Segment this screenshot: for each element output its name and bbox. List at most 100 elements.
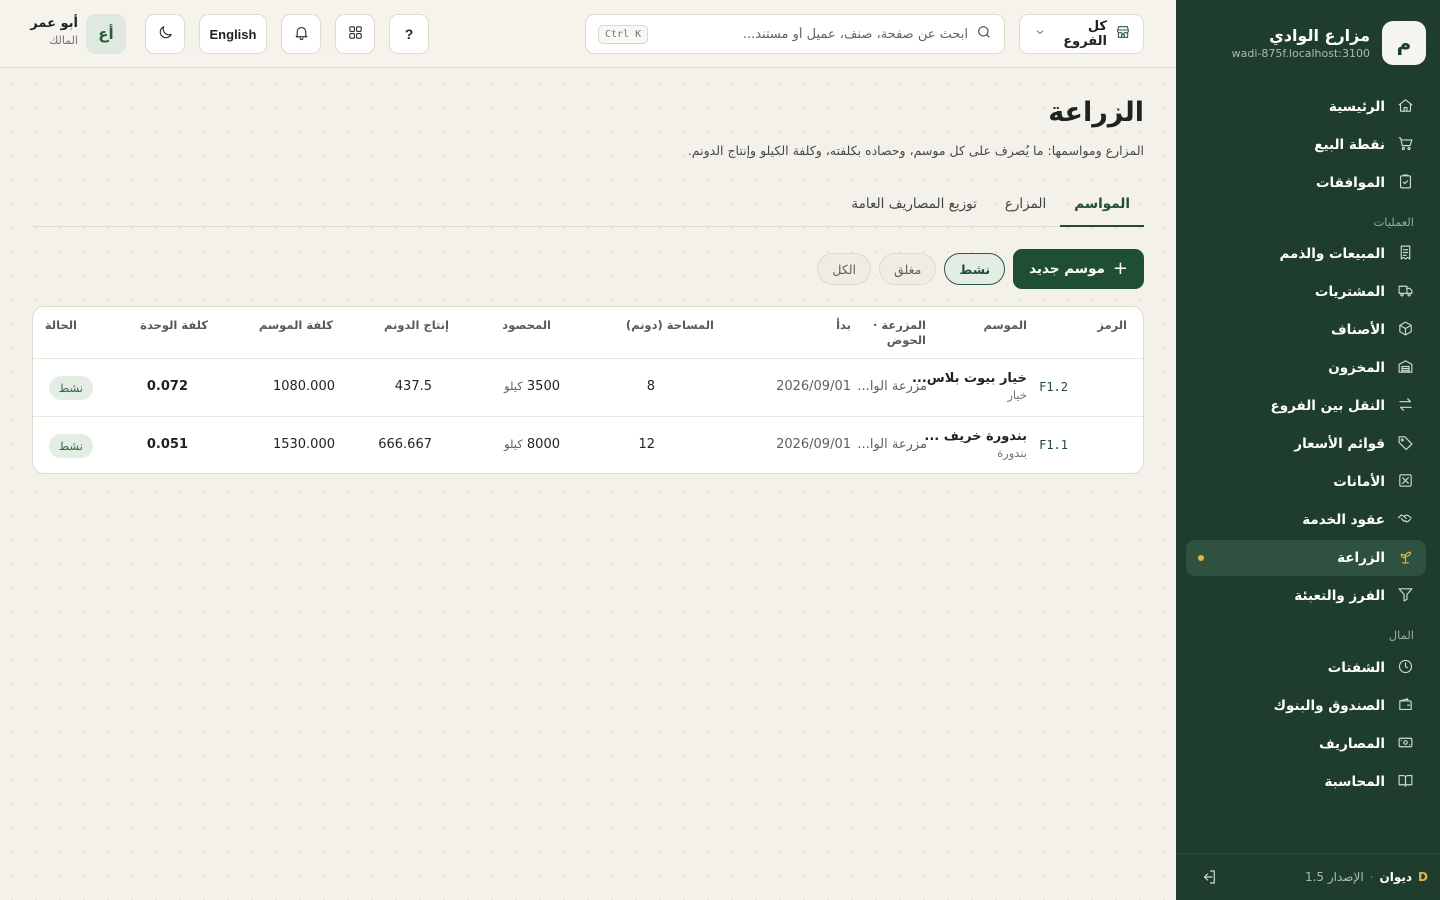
sidebar-item-items[interactable]: الأصناف (1186, 312, 1426, 348)
harvest-qty: 3500 (526, 379, 560, 394)
logout-button[interactable] (1200, 868, 1218, 886)
new-season-button[interactable]: + موسم جديد (1013, 249, 1144, 289)
sidebar-item-approvals[interactable]: الموافقات (1186, 165, 1426, 201)
row-started: 2026/09/01 (776, 437, 851, 452)
app-logo: D (1418, 870, 1428, 884)
language-button[interactable]: English (199, 14, 267, 54)
seasons-table: الرمز الموسم المزرعة · الحوض بدأ المساحة… (32, 306, 1144, 474)
col-season-cost: كلفة الموسم (258, 318, 333, 332)
sidebar-item-label: المصاريف (1318, 736, 1385, 752)
filter-active[interactable]: نشط (944, 253, 1006, 285)
sidebar-item-consignments[interactable]: الأمانات (1186, 464, 1426, 500)
avatar[interactable]: أع (86, 14, 126, 54)
col-farm-line1: المزرعة · (873, 318, 926, 332)
consignment-icon (1397, 472, 1414, 493)
row-started: 2026/09/01 (776, 379, 851, 394)
row-season: بندورة خريف ... بندورة (924, 429, 1027, 460)
footer-separator: · (1369, 870, 1374, 884)
apps-button[interactable] (335, 14, 375, 54)
filter-all[interactable]: الكل (817, 253, 872, 285)
receipt-icon (1397, 244, 1414, 265)
sidebar-item-sorting[interactable]: الفرز والتعبئة (1186, 578, 1426, 614)
season-name: خيار بيوت بلاس... (911, 371, 1027, 386)
theme-toggle-button[interactable] (145, 14, 185, 54)
row-yield: 666.667 (378, 437, 432, 452)
grid-icon (347, 24, 364, 45)
filter-closed[interactable]: مغلق (879, 253, 937, 285)
sidebar-item-label: المشتريات (1314, 284, 1385, 300)
branch-select[interactable]: كل الفروع (1019, 14, 1144, 54)
section-operations: العمليات (1373, 215, 1414, 229)
tab-overhead-allocation[interactable]: توزيع المصاريف العامة (837, 182, 990, 227)
help-button[interactable]: ? (389, 14, 429, 54)
sidebar-item-label: الصندوق والبنوك (1273, 698, 1385, 714)
sidebar-item-sales[interactable]: المبيعات والذمم (1186, 236, 1426, 272)
moon-icon (157, 24, 174, 45)
row-code[interactable]: F1.2 (1039, 380, 1068, 394)
sidebar-item-label: قوائم الأسعار (1294, 436, 1385, 452)
box-icon (1397, 320, 1414, 341)
col-season: الموسم (983, 318, 1027, 332)
sidebar-item-label: الموافقات (1315, 175, 1385, 191)
row-yield: 437.5 (394, 379, 432, 394)
handshake-icon (1397, 510, 1414, 531)
row-unit-cost: 0.051 (146, 437, 188, 452)
notifications-button[interactable] (281, 14, 321, 54)
sidebar-item-price-lists[interactable]: قوائم الأسعار (1186, 426, 1426, 462)
sidebar-item-label: المخزون (1328, 360, 1385, 376)
sidebar-item-agriculture[interactable]: الزراعة (1186, 540, 1426, 576)
sidebar-item-label: الزراعة (1337, 550, 1385, 566)
warehouse-icon (1397, 358, 1414, 379)
sidebar-item-label: الأصناف (1331, 322, 1385, 338)
status-badge: نشط (48, 376, 93, 400)
brand-text: مزارع الوادي wadi-875f.localhost:3100 (1232, 26, 1370, 60)
season-crop: خيار (1007, 388, 1027, 402)
col-area: المساحة (دونم) (625, 318, 714, 332)
sidebar-item-transfers[interactable]: النقل بين الفروع (1186, 388, 1426, 424)
sidebar-item-pos[interactable]: نقطة البيع (1186, 127, 1426, 163)
brand[interactable]: م مزارع الوادي wadi-875f.localhost:3100 (1232, 21, 1426, 65)
tab-farms[interactable]: المزارع (991, 182, 1060, 227)
harvest-qty: 8000 (526, 437, 560, 452)
sidebar-item-label: المحاسبة (1324, 774, 1385, 790)
sidebar-item-accounting[interactable]: المحاسبة (1186, 764, 1426, 800)
status-badge: نشط (48, 434, 93, 458)
page-title: الزراعة (1048, 97, 1144, 128)
row-area: 12 (638, 437, 655, 452)
row-unit-cost: 0.072 (146, 379, 188, 394)
sidebar-item-home[interactable]: الرئيسية (1186, 89, 1426, 125)
sidebar-item-expenses[interactable]: المصاريف (1186, 726, 1426, 762)
row-farm: مزرعة الوا... (857, 379, 927, 394)
sidebar-item-inventory[interactable]: المخزون (1186, 350, 1426, 386)
table-row[interactable]: F1.1 بندورة خريف ... بندورة مزرعة الوا..… (33, 417, 1143, 473)
sidebar-item-label: الأمانات (1333, 474, 1385, 490)
sidebar-item-label: الشفتات (1327, 660, 1385, 676)
search-box[interactable]: Ctrl K (585, 14, 1005, 54)
plus-icon: + (1112, 258, 1128, 279)
clipboard-check-icon (1397, 173, 1414, 194)
cart-icon (1397, 135, 1414, 156)
sidebar-item-cash-banks[interactable]: الصندوق والبنوك (1186, 688, 1426, 724)
tab-seasons[interactable]: المواسم (1060, 182, 1144, 227)
bell-icon (293, 24, 310, 45)
row-code[interactable]: F1.1 (1039, 438, 1068, 452)
toolbar: + موسم جديد نشط مغلق الكل (817, 249, 1144, 289)
new-season-label: موسم جديد (1029, 261, 1105, 277)
sidebar-item-shifts[interactable]: الشفتات (1186, 650, 1426, 686)
search-input[interactable] (656, 26, 968, 42)
banknote-icon (1397, 734, 1414, 755)
row-harvest: 8000 كيلو (504, 437, 560, 452)
active-indicator (1198, 555, 1204, 561)
user-name: أبو عمر (30, 16, 78, 31)
harvest-unit: كيلو (504, 437, 523, 451)
sidebar-item-purchases[interactable]: المشتريات (1186, 274, 1426, 310)
table-row[interactable]: F1.2 خيار بيوت بلاس... خيار مزرعة الوا..… (33, 359, 1143, 417)
top-bar: كل الفروع Ctrl K ? English أع أبو عمر ال… (0, 0, 1176, 68)
section-finance: المال (1388, 628, 1414, 642)
sidebar-item-label: نقطة البيع (1314, 137, 1385, 153)
harvest-unit: كيلو (504, 379, 523, 393)
row-harvest: 3500 كيلو (504, 379, 560, 394)
filter-icon (1397, 586, 1414, 607)
sidebar-item-service-contracts[interactable]: عقود الخدمة (1186, 502, 1426, 538)
col-yield: إنتاج الدونم (384, 318, 449, 332)
